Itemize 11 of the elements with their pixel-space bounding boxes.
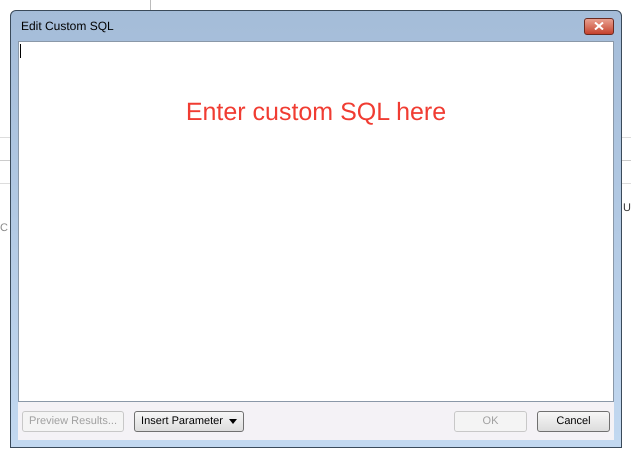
dialog-button[interactable]: Cancel [537,410,610,432]
close-icon [594,22,604,30]
window-title: Edit Custom SQL [21,18,114,35]
caret-icon [228,418,237,424]
annotation-text: Enter custom SQL here [186,97,446,128]
dropdown-button[interactable]: Insert Parameter [134,410,244,432]
text-cursor [20,44,21,58]
sql-editor[interactable]: Enter custom SQL here [18,41,614,402]
close-button[interactable] [584,18,614,34]
background-text: C [0,221,8,236]
background-text: U [623,201,631,216]
